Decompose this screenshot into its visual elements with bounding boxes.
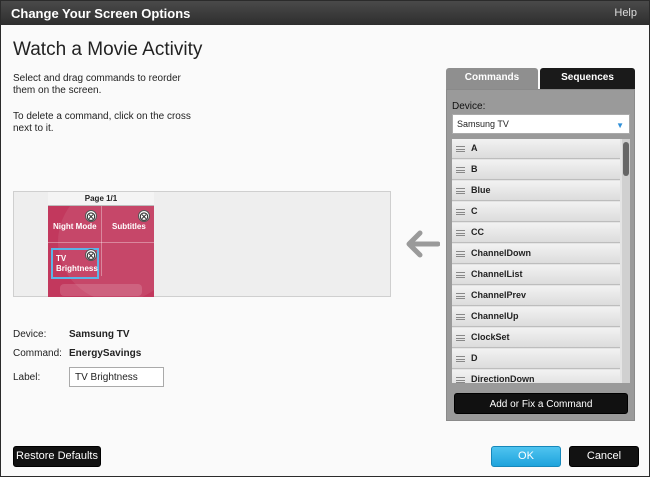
list-item[interactable]: C xyxy=(452,202,620,222)
drag-handle-icon[interactable] xyxy=(456,188,465,194)
device-dropdown-value: Samsung TV xyxy=(457,119,509,129)
list-item[interactable]: ChannelUp xyxy=(452,307,620,327)
list-item[interactable]: ChannelDown xyxy=(452,244,620,264)
dialog-window: Change Your Screen Options Help Watch a … xyxy=(0,0,650,477)
cancel-button[interactable]: Cancel xyxy=(569,446,639,467)
drag-handle-icon[interactable] xyxy=(456,272,465,278)
delete-subtitles-icon[interactable]: ⨂ xyxy=(138,210,150,222)
label-label: Label: xyxy=(13,372,41,383)
list-item[interactable]: CC xyxy=(452,223,620,243)
device-dropdown[interactable]: Samsung TV ▼ xyxy=(452,114,630,134)
preview-command-subtitles[interactable]: Subtitles xyxy=(112,222,146,231)
preview-page: Page 1/1 Night Mode Subtitles TV Brightn… xyxy=(48,192,154,297)
drag-handle-icon[interactable] xyxy=(456,146,465,152)
command-value: EnergySavings xyxy=(69,348,142,359)
page-footer-bar xyxy=(60,284,142,296)
drag-handle-icon[interactable] xyxy=(456,209,465,215)
grid-divider xyxy=(101,206,102,276)
drag-handle-icon[interactable] xyxy=(456,314,465,320)
page-title: Watch a Movie Activity xyxy=(13,39,203,60)
command-label: Command: xyxy=(13,348,62,359)
drag-handle-icon[interactable] xyxy=(456,230,465,236)
drag-handle-icon[interactable] xyxy=(456,356,465,362)
command-list: A B Blue C CC ChannelDown ChannelList Ch… xyxy=(452,139,630,383)
list-item[interactable]: B xyxy=(452,160,620,180)
label-input[interactable] xyxy=(69,367,164,387)
list-item[interactable]: Blue xyxy=(452,181,620,201)
drag-handle-icon[interactable] xyxy=(456,335,465,341)
delete-tv-brightness-icon[interactable]: ⨂ xyxy=(85,249,97,261)
page-indicator: Page 1/1 xyxy=(48,192,154,206)
restore-defaults-button[interactable]: Restore Defaults xyxy=(13,446,101,467)
list-item[interactable]: D xyxy=(452,349,620,369)
list-item[interactable]: ClockSet xyxy=(452,328,620,348)
drag-handle-icon[interactable] xyxy=(456,251,465,257)
arrow-left-icon xyxy=(406,230,440,258)
title-bar: Change Your Screen Options Help xyxy=(1,1,649,25)
delete-night-mode-icon[interactable]: ⨂ xyxy=(85,210,97,222)
preview-command-night-mode[interactable]: Night Mode xyxy=(53,222,97,231)
panel-device-label: Device: xyxy=(452,101,486,112)
ok-button[interactable]: OK xyxy=(491,446,561,467)
panel-body: Device: Samsung TV ▼ A B Blue C CC Chann… xyxy=(446,89,635,421)
drag-handle-icon[interactable] xyxy=(456,377,465,383)
background-circle xyxy=(58,192,154,297)
reorder-instructions: Select and drag commands to reorder them… xyxy=(13,73,181,96)
chevron-down-icon: ▼ xyxy=(616,121,624,130)
device-label: Device: xyxy=(13,329,47,340)
list-item[interactable]: DirectionDown xyxy=(452,370,620,383)
list-scrollbar[interactable] xyxy=(622,139,630,383)
list-item[interactable]: A xyxy=(452,139,620,159)
delete-instructions: To delete a command, click on the cross … xyxy=(13,111,191,134)
list-item[interactable]: ChannelPrev xyxy=(452,286,620,306)
add-fix-command-button[interactable]: Add or Fix a Command xyxy=(454,393,628,414)
screen-preview: Page 1/1 Night Mode Subtitles TV Brightn… xyxy=(13,191,391,297)
drag-handle-icon[interactable] xyxy=(456,293,465,299)
tab-sequences[interactable]: Sequences xyxy=(540,68,635,89)
dialog-title: Change Your Screen Options xyxy=(11,6,191,21)
scrollbar-thumb[interactable] xyxy=(623,142,629,176)
list-item[interactable]: ChannelList xyxy=(452,265,620,285)
device-value: Samsung TV xyxy=(69,329,130,340)
help-link[interactable]: Help xyxy=(614,7,637,19)
drag-handle-icon[interactable] xyxy=(456,167,465,173)
commands-panel: Commands Sequences Device: Samsung TV ▼ … xyxy=(446,68,635,421)
tab-commands[interactable]: Commands xyxy=(446,68,538,89)
grid-divider xyxy=(48,242,154,243)
